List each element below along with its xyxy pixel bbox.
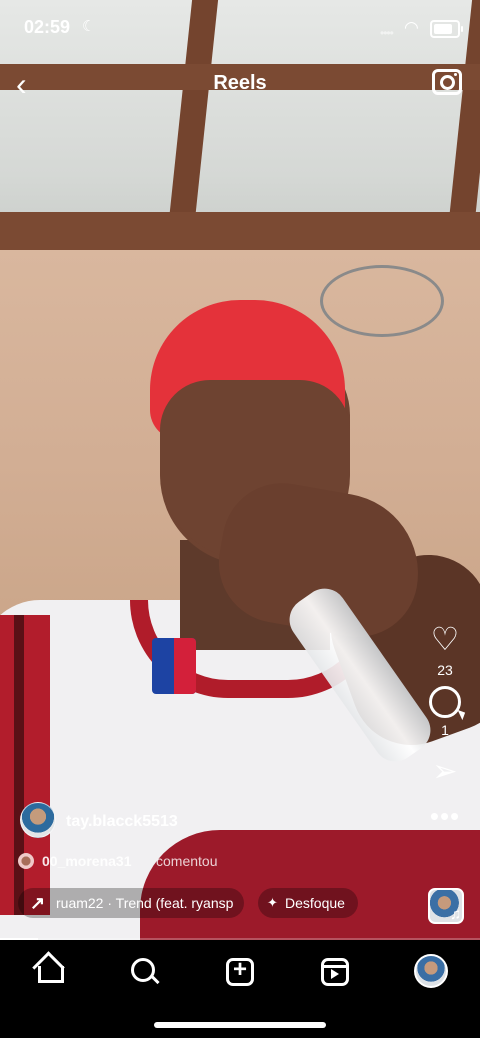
- more-icon[interactable]: •••: [420, 803, 470, 829]
- heart-icon[interactable]: ♡: [420, 620, 470, 658]
- home-indicator: [154, 1022, 326, 1028]
- like-action[interactable]: ♡ 23: [420, 620, 470, 678]
- jersey-stripe: [14, 615, 24, 915]
- status-bar: 02:59 ☾ •••• ◠: [0, 0, 480, 56]
- send-icon[interactable]: ➢: [420, 754, 470, 790]
- battery-icon: [430, 20, 463, 38]
- comment-icon[interactable]: [429, 686, 461, 718]
- page-title: Reels: [213, 72, 267, 94]
- comment-action[interactable]: 1: [420, 686, 470, 738]
- cable: [320, 265, 444, 337]
- share-action[interactable]: ➢: [420, 754, 470, 790]
- effect-name: Desfoque: [285, 895, 345, 911]
- search-handle: [150, 974, 160, 985]
- comment-count[interactable]: 1: [420, 722, 470, 738]
- ceiling-beam: [0, 212, 480, 250]
- wifi-icon: ◠: [404, 18, 419, 37]
- more-action[interactable]: •••: [420, 803, 470, 829]
- nba-logo-red: [174, 638, 196, 694]
- moon-icon: ☾: [82, 18, 96, 35]
- create-icon[interactable]: +: [220, 952, 260, 992]
- action-column: ♡ 23 1 ➢ •••: [420, 620, 470, 829]
- username[interactable]: tay.blacck5513: [66, 813, 178, 831]
- music-note-icon: ♫: [450, 906, 462, 923]
- jersey-pattern: [140, 830, 480, 940]
- comment-text: comentou: [156, 853, 218, 869]
- status-time: 02:59: [24, 17, 71, 37]
- camera-icon[interactable]: [432, 69, 462, 95]
- trend-arrow-icon: ↗: [30, 893, 46, 913]
- home-icon[interactable]: [30, 951, 70, 992]
- sparkle-icon: ✦: [267, 895, 278, 910]
- avatar[interactable]: [20, 802, 56, 838]
- profile-avatar-icon[interactable]: [414, 954, 448, 988]
- like-count[interactable]: 23: [420, 662, 470, 678]
- reels-line: [321, 965, 349, 968]
- signal-icon: ••••: [380, 26, 394, 40]
- play-icon: [331, 969, 339, 979]
- commenter-name: 00_morena31: [42, 853, 132, 869]
- plus-icon: +: [232, 956, 247, 983]
- jersey-sleeve: [0, 615, 50, 915]
- reels-icon[interactable]: [315, 952, 355, 992]
- commenter-avatar: [18, 853, 34, 869]
- effect-chip[interactable]: ✦ Desfoque: [258, 888, 358, 918]
- home-body: [38, 966, 64, 983]
- search-icon[interactable]: [125, 952, 165, 992]
- audio-title: ruam22 · Trend (feat. ryansp: [56, 895, 234, 911]
- audio-chip[interactable]: ↗ ruam22 · Trend (feat. ryansp: [18, 888, 244, 918]
- reels-header: ‹ Reels: [0, 60, 480, 108]
- reel-video[interactable]: [0, 0, 480, 940]
